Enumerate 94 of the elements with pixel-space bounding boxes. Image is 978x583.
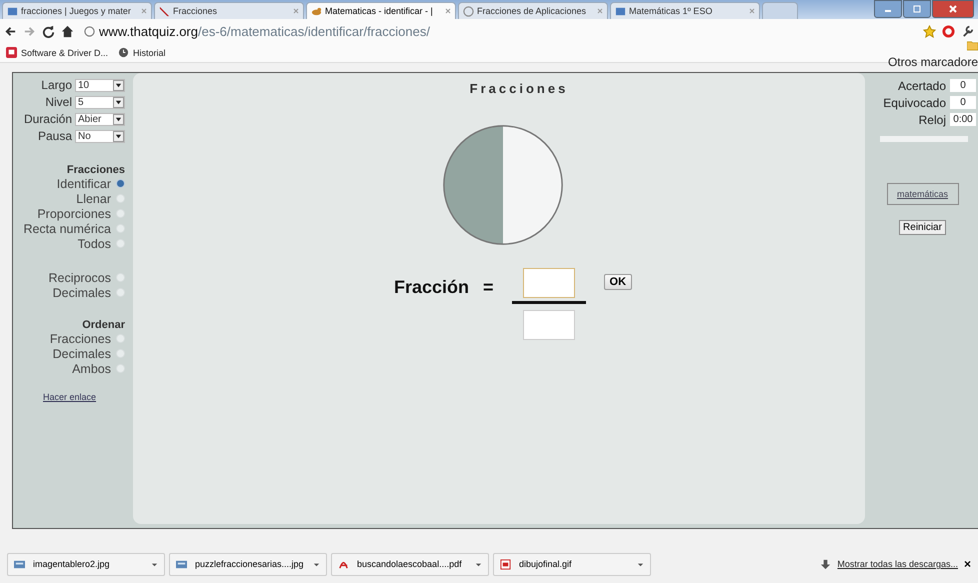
caret-icon[interactable] xyxy=(637,560,644,568)
picture-file-icon xyxy=(14,558,25,570)
show-all-downloads-link[interactable]: Mostrar todas las descargas... xyxy=(837,559,958,569)
browser-tab[interactable]: Matemáticas 1º ESO xyxy=(610,2,760,19)
radio-button[interactable] xyxy=(116,209,125,218)
page-icon xyxy=(7,6,18,16)
score-value: 0 xyxy=(950,96,976,109)
radio-button[interactable] xyxy=(116,273,125,282)
browser-tab[interactable]: Matematicas - identificar - | xyxy=(306,2,456,19)
caret-icon xyxy=(115,132,122,140)
dropdown[interactable]: 5 xyxy=(75,96,125,108)
back-icon[interactable] xyxy=(4,24,17,38)
score-label: Equivocado xyxy=(883,96,946,110)
option-label: Fracciones xyxy=(50,332,111,346)
score-label: Acertado xyxy=(898,78,946,92)
radio-button[interactable] xyxy=(116,194,125,203)
dropdown[interactable]: No xyxy=(75,130,125,142)
caret-icon[interactable] xyxy=(313,560,320,568)
home-icon[interactable] xyxy=(61,24,74,38)
bird-icon xyxy=(311,6,322,16)
denominator-field[interactable] xyxy=(522,310,575,340)
caret-icon xyxy=(115,98,122,106)
option-label: Recta numérica xyxy=(23,222,111,236)
option-label: Llenar xyxy=(76,192,111,206)
image-file-icon xyxy=(500,558,511,570)
globe-icon xyxy=(463,6,474,16)
radio-button[interactable] xyxy=(116,364,125,373)
setting-label: Duración xyxy=(24,112,72,126)
numerator-field[interactable] xyxy=(522,268,575,298)
ok-button[interactable]: OK xyxy=(604,274,632,290)
bookmark[interactable]: Software & Driver D... xyxy=(6,47,108,58)
browser-tab[interactable]: Fracciones de Aplicaciones xyxy=(458,2,608,19)
close-icon[interactable] xyxy=(445,8,451,14)
wrench-icon[interactable] xyxy=(961,24,974,38)
radio-button[interactable] xyxy=(116,179,125,188)
radio-button[interactable] xyxy=(116,224,125,233)
setting-label: Nivel xyxy=(45,95,72,109)
score-value: 0:00 xyxy=(950,113,976,126)
setting-label: Pausa xyxy=(38,129,72,143)
option-label: Decimales xyxy=(52,286,111,300)
link[interactable]: Hacer enlace xyxy=(43,392,96,402)
pencil-icon xyxy=(159,6,170,16)
setting-label: Largo xyxy=(41,78,72,92)
bookmark[interactable]: Historial xyxy=(118,47,166,58)
score-value: 0 xyxy=(950,79,976,92)
dropdown[interactable]: 10 xyxy=(75,78,125,92)
radio-button[interactable] xyxy=(116,349,125,358)
maximize-icon[interactable] xyxy=(903,0,931,18)
browser-tab[interactable]: Fracciones xyxy=(154,2,304,19)
extension-icon[interactable] xyxy=(942,24,955,38)
option-label: Identificar xyxy=(56,176,111,190)
url-path: /es-6/matematicas/identificar/fracciones/ xyxy=(198,24,430,38)
close-icon[interactable] xyxy=(932,0,974,18)
caret-icon xyxy=(115,116,122,122)
star-icon[interactable] xyxy=(923,24,936,38)
option-label: Todos xyxy=(78,236,111,250)
caret-icon[interactable] xyxy=(475,560,482,568)
option-label: Ambos xyxy=(72,362,111,376)
section-heading: Ordenar xyxy=(82,319,125,331)
reload-icon[interactable] xyxy=(42,24,55,38)
minimize-icon[interactable] xyxy=(874,0,902,18)
option-label: Proporciones xyxy=(37,206,111,220)
url-host: www.thatquiz.org xyxy=(99,24,198,38)
option-label: Reciprocos xyxy=(48,270,111,284)
caret-icon xyxy=(115,82,122,88)
caret-icon[interactable] xyxy=(151,560,158,568)
page-icon xyxy=(615,6,626,16)
picture-file-icon xyxy=(176,558,187,570)
dropdown[interactable]: Abier xyxy=(75,112,125,126)
radio-button[interactable] xyxy=(116,288,125,297)
download-item[interactable]: buscandolaescobaal....pdf xyxy=(331,552,489,576)
new-tab-button[interactable] xyxy=(762,2,798,19)
bookmark-folder[interactable]: Otros marcadore xyxy=(867,36,978,69)
close-button[interactable]: × xyxy=(964,557,971,571)
download-item[interactable]: imagentablero2.jpg xyxy=(7,552,165,576)
fraction-label: Fracción xyxy=(394,277,469,298)
download-item[interactable]: puzzlefraccionesarias....jpg xyxy=(169,552,327,576)
globe-icon xyxy=(84,26,95,36)
radio-button[interactable] xyxy=(116,239,125,248)
browser-tab[interactable]: fracciones | Juegos y mater xyxy=(2,2,152,19)
folder-icon xyxy=(967,40,978,51)
radio-button[interactable] xyxy=(116,334,125,343)
option-label: Decimales xyxy=(52,346,111,360)
section-heading: Fracciones xyxy=(66,164,125,176)
clock-icon xyxy=(118,47,130,58)
download-icon xyxy=(820,558,832,570)
square-icon xyxy=(6,47,17,58)
equals-sign: = xyxy=(483,277,494,298)
forward-icon[interactable] xyxy=(23,24,36,38)
download-item[interactable]: dibujofinal.gif xyxy=(493,552,651,576)
restart-button[interactable]: Reiniciar xyxy=(899,220,946,235)
subject-link[interactable]: matemáticas xyxy=(886,183,958,205)
quiz-title: Fracciones xyxy=(470,81,568,96)
score-label: Reloj xyxy=(918,112,946,126)
